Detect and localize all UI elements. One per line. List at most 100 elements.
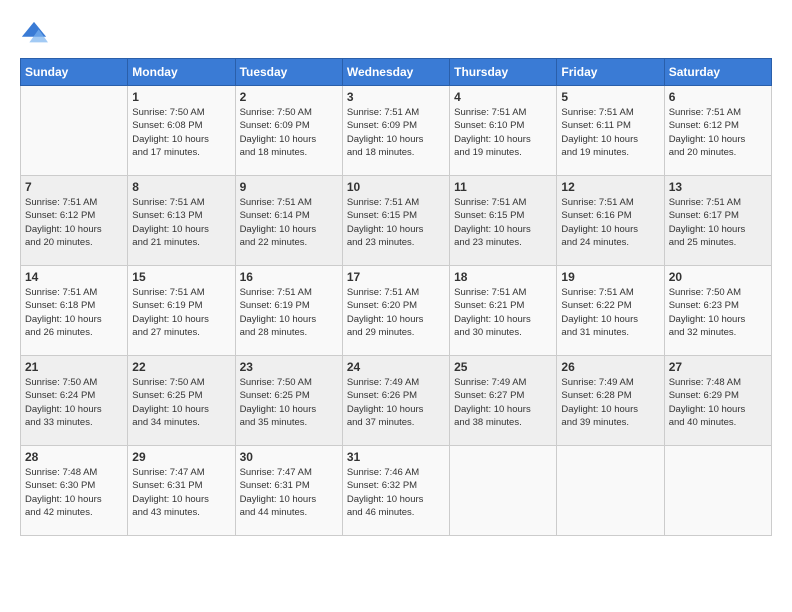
header-day-wednesday: Wednesday (342, 59, 449, 86)
calendar-cell (450, 446, 557, 536)
day-info: Sunrise: 7:50 AM Sunset: 6:09 PM Dayligh… (240, 106, 338, 159)
day-info: Sunrise: 7:51 AM Sunset: 6:21 PM Dayligh… (454, 286, 552, 339)
header-row: SundayMondayTuesdayWednesdayThursdayFrid… (21, 59, 772, 86)
day-number: 30 (240, 450, 338, 464)
calendar-cell: 15 Sunrise: 7:51 AM Sunset: 6:19 PM Dayli… (128, 266, 235, 356)
day-info: Sunrise: 7:48 AM Sunset: 6:30 PM Dayligh… (25, 466, 123, 519)
calendar-cell: 9Sunrise: 7:51 AM Sunset: 6:14 PM Daylig… (235, 176, 342, 266)
calendar-cell (664, 446, 771, 536)
day-info: Sunrise: 7:51 AM Sunset: 6:15 PM Dayligh… (454, 196, 552, 249)
day-info: Sunrise: 7:47 AM Sunset: 6:31 PM Dayligh… (240, 466, 338, 519)
calendar-cell: 29 Sunrise: 7:47 AM Sunset: 6:31 PM Dayli… (128, 446, 235, 536)
day-number: 16 (240, 270, 338, 284)
day-number: 13 (669, 180, 767, 194)
calendar-cell: 22Sunrise: 7:50 AM Sunset: 6:25 PM Dayli… (128, 356, 235, 446)
day-number: 3 (347, 90, 445, 104)
day-info: Sunrise: 7:51 AM Sunset: 6:16 PM Dayligh… (561, 196, 659, 249)
day-info: Sunrise: 7:51 AM Sunset: 6:11 PM Dayligh… (561, 106, 659, 159)
day-number: 17 (347, 270, 445, 284)
day-number: 25 (454, 360, 552, 374)
calendar-cell: 27Sunrise: 7:48 AM Sunset: 6:29 PM Dayli… (664, 356, 771, 446)
calendar-cell: 13 Sunrise: 7:51 AM Sunset: 6:17 PM Dayli… (664, 176, 771, 266)
day-number: 28 (25, 450, 123, 464)
calendar-cell: 26 Sunrise: 7:49 AM Sunset: 6:28 PM Dayli… (557, 356, 664, 446)
calendar-cell: 20 Sunrise: 7:50 AM Sunset: 6:23 PM Dayli… (664, 266, 771, 356)
page-header (20, 20, 772, 48)
calendar-header: SundayMondayTuesdayWednesdayThursdayFrid… (21, 59, 772, 86)
day-number: 29 (132, 450, 230, 464)
day-number: 15 (132, 270, 230, 284)
calendar-cell: 14 Sunrise: 7:51 AM Sunset: 6:18 PM Dayli… (21, 266, 128, 356)
calendar-cell: 31Sunrise: 7:46 AM Sunset: 6:32 PM Dayli… (342, 446, 449, 536)
day-info: Sunrise: 7:51 AM Sunset: 6:19 PM Dayligh… (240, 286, 338, 339)
day-number: 14 (25, 270, 123, 284)
calendar-cell: 2Sunrise: 7:50 AM Sunset: 6:09 PM Daylig… (235, 86, 342, 176)
day-info: Sunrise: 7:50 AM Sunset: 6:23 PM Dayligh… (669, 286, 767, 339)
week-row-2: 7 Sunrise: 7:51 AM Sunset: 6:12 PM Daylig… (21, 176, 772, 266)
day-info: Sunrise: 7:49 AM Sunset: 6:28 PM Dayligh… (561, 376, 659, 429)
day-number: 19 (561, 270, 659, 284)
day-number: 20 (669, 270, 767, 284)
day-number: 10 (347, 180, 445, 194)
calendar-cell: 19 Sunrise: 7:51 AM Sunset: 6:22 PM Dayli… (557, 266, 664, 356)
calendar-cell: 24 Sunrise: 7:49 AM Sunset: 6:26 PM Dayli… (342, 356, 449, 446)
calendar-cell: 8 Sunrise: 7:51 AM Sunset: 6:13 PM Daylig… (128, 176, 235, 266)
day-info: Sunrise: 7:51 AM Sunset: 6:20 PM Dayligh… (347, 286, 445, 339)
day-number: 31 (347, 450, 445, 464)
day-number: 7 (25, 180, 123, 194)
calendar-cell: 5Sunrise: 7:51 AM Sunset: 6:11 PM Daylig… (557, 86, 664, 176)
day-info: Sunrise: 7:51 AM Sunset: 6:10 PM Dayligh… (454, 106, 552, 159)
header-day-monday: Monday (128, 59, 235, 86)
logo (20, 20, 52, 48)
day-number: 21 (25, 360, 123, 374)
calendar-table: SundayMondayTuesdayWednesdayThursdayFrid… (20, 58, 772, 536)
day-info: Sunrise: 7:51 AM Sunset: 6:12 PM Dayligh… (25, 196, 123, 249)
day-info: Sunrise: 7:49 AM Sunset: 6:27 PM Dayligh… (454, 376, 552, 429)
day-info: Sunrise: 7:51 AM Sunset: 6:13 PM Dayligh… (132, 196, 230, 249)
calendar-cell: 7 Sunrise: 7:51 AM Sunset: 6:12 PM Daylig… (21, 176, 128, 266)
calendar-cell (557, 446, 664, 536)
header-day-saturday: Saturday (664, 59, 771, 86)
day-number: 11 (454, 180, 552, 194)
day-number: 6 (669, 90, 767, 104)
calendar-cell: 28 Sunrise: 7:48 AM Sunset: 6:30 PM Dayli… (21, 446, 128, 536)
week-row-1: 1 Sunrise: 7:50 AM Sunset: 6:08 PM Daylig… (21, 86, 772, 176)
calendar-cell: 23Sunrise: 7:50 AM Sunset: 6:25 PM Dayli… (235, 356, 342, 446)
day-number: 1 (132, 90, 230, 104)
calendar-cell: 30 Sunrise: 7:47 AM Sunset: 6:31 PM Dayli… (235, 446, 342, 536)
calendar-body: 1 Sunrise: 7:50 AM Sunset: 6:08 PM Daylig… (21, 86, 772, 536)
day-info: Sunrise: 7:50 AM Sunset: 6:08 PM Dayligh… (132, 106, 230, 159)
calendar-cell: 12Sunrise: 7:51 AM Sunset: 6:16 PM Dayli… (557, 176, 664, 266)
week-row-5: 28 Sunrise: 7:48 AM Sunset: 6:30 PM Dayli… (21, 446, 772, 536)
day-number: 23 (240, 360, 338, 374)
header-day-sunday: Sunday (21, 59, 128, 86)
day-info: Sunrise: 7:47 AM Sunset: 6:31 PM Dayligh… (132, 466, 230, 519)
calendar-cell: 16 Sunrise: 7:51 AM Sunset: 6:19 PM Dayli… (235, 266, 342, 356)
header-day-friday: Friday (557, 59, 664, 86)
week-row-3: 14 Sunrise: 7:51 AM Sunset: 6:18 PM Dayli… (21, 266, 772, 356)
day-info: Sunrise: 7:49 AM Sunset: 6:26 PM Dayligh… (347, 376, 445, 429)
day-number: 8 (132, 180, 230, 194)
day-number: 22 (132, 360, 230, 374)
day-info: Sunrise: 7:51 AM Sunset: 6:09 PM Dayligh… (347, 106, 445, 159)
day-number: 18 (454, 270, 552, 284)
calendar-cell: 1 Sunrise: 7:50 AM Sunset: 6:08 PM Daylig… (128, 86, 235, 176)
calendar-cell (21, 86, 128, 176)
day-number: 27 (669, 360, 767, 374)
calendar-cell: 4 Sunrise: 7:51 AM Sunset: 6:10 PM Daylig… (450, 86, 557, 176)
day-number: 9 (240, 180, 338, 194)
day-number: 24 (347, 360, 445, 374)
day-info: Sunrise: 7:51 AM Sunset: 6:12 PM Dayligh… (669, 106, 767, 159)
calendar-cell: 18 Sunrise: 7:51 AM Sunset: 6:21 PM Dayli… (450, 266, 557, 356)
header-day-thursday: Thursday (450, 59, 557, 86)
day-info: Sunrise: 7:51 AM Sunset: 6:19 PM Dayligh… (132, 286, 230, 339)
day-info: Sunrise: 7:51 AM Sunset: 6:22 PM Dayligh… (561, 286, 659, 339)
day-info: Sunrise: 7:51 AM Sunset: 6:15 PM Dayligh… (347, 196, 445, 249)
calendar-cell: 3 Sunrise: 7:51 AM Sunset: 6:09 PM Daylig… (342, 86, 449, 176)
day-info: Sunrise: 7:51 AM Sunset: 6:18 PM Dayligh… (25, 286, 123, 339)
day-number: 4 (454, 90, 552, 104)
day-info: Sunrise: 7:50 AM Sunset: 6:24 PM Dayligh… (25, 376, 123, 429)
calendar-cell: 11 Sunrise: 7:51 AM Sunset: 6:15 PM Dayli… (450, 176, 557, 266)
day-number: 26 (561, 360, 659, 374)
day-info: Sunrise: 7:51 AM Sunset: 6:17 PM Dayligh… (669, 196, 767, 249)
